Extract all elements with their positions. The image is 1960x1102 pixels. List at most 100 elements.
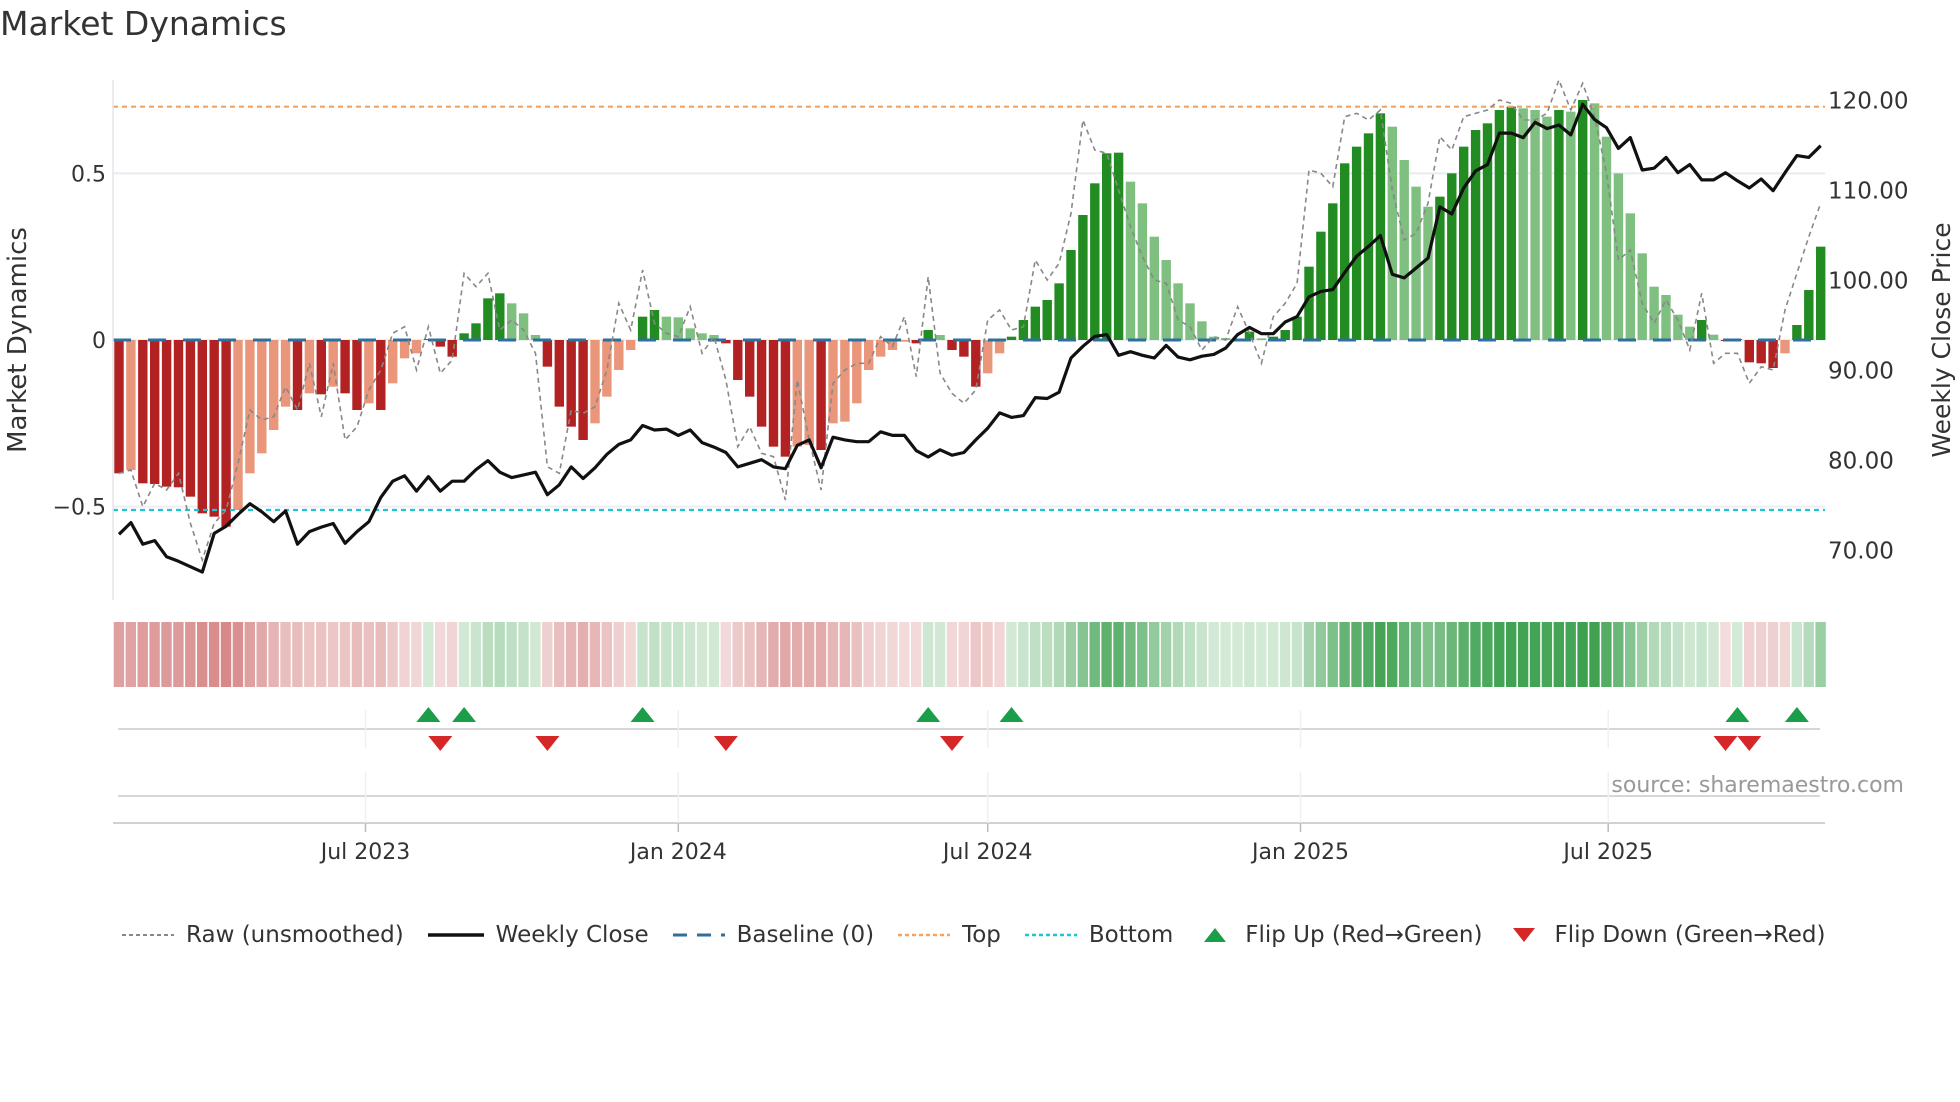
heatmap-cell — [1065, 622, 1077, 687]
heatmap-cell — [1089, 622, 1100, 687]
heatmap-cell — [1708, 622, 1719, 687]
bar — [1470, 130, 1481, 340]
heatmap-cell — [137, 622, 148, 687]
heatmap-cell — [887, 622, 898, 687]
bar — [1292, 316, 1302, 340]
bar — [1351, 146, 1362, 340]
heatmap-cell — [1315, 622, 1326, 687]
flip-up-marker — [1725, 707, 1750, 722]
x-tick-label: Jul 2024 — [941, 840, 1033, 865]
bar — [626, 340, 636, 350]
bar — [768, 340, 779, 447]
series-lines — [117, 77, 1822, 574]
y2-axis-label: Weekly Close Price — [1927, 222, 1956, 457]
heatmap-cell — [351, 622, 363, 687]
heatmap-cell — [1327, 622, 1338, 687]
heatmap-cell — [1149, 622, 1160, 687]
heatmap-cell — [1470, 622, 1481, 687]
bar — [685, 328, 695, 340]
bar — [280, 340, 291, 407]
heatmap-cell — [1422, 622, 1434, 687]
heatmap-cell — [268, 622, 279, 687]
heatmap-cell — [911, 622, 922, 687]
heatmap-cell — [411, 622, 422, 687]
heatmap-cell — [839, 622, 850, 687]
heatmap-cell — [649, 622, 660, 687]
heatmap-cell — [744, 622, 755, 687]
heatmap-cell — [673, 622, 684, 687]
heatmap-cell — [1244, 622, 1255, 687]
bar — [697, 333, 707, 340]
heatmap-cell — [1648, 622, 1660, 687]
heatmap-cell — [1006, 622, 1017, 687]
heatmap-cell — [423, 622, 434, 687]
bar — [935, 335, 945, 340]
heatmap-cell — [387, 622, 398, 687]
heatmap-cell — [899, 622, 910, 687]
heatmap-cell — [280, 622, 291, 687]
flip-up-marker — [416, 707, 441, 722]
bar — [1054, 283, 1064, 340]
heatmap-cell — [1565, 622, 1576, 687]
heatmap-cell — [982, 622, 993, 687]
y2-tick-label: 70.00 — [1828, 539, 1894, 565]
bar — [1792, 325, 1802, 340]
legend-top: Top — [896, 922, 1001, 948]
bar — [1756, 340, 1766, 364]
heatmap-cell — [1339, 622, 1350, 687]
heatmap-cell — [732, 622, 743, 687]
heatmap-cell — [720, 622, 731, 687]
raw-line — [118, 77, 1822, 563]
bar — [637, 316, 648, 340]
bar — [340, 340, 350, 394]
heatmap-cell — [696, 622, 708, 687]
heatmap-cell — [1446, 622, 1457, 687]
x-tick-label: Jan 2025 — [1250, 840, 1349, 865]
heatmap-cell — [1529, 622, 1541, 687]
heatmap-cell — [1387, 622, 1398, 687]
bar — [649, 310, 660, 340]
bar — [209, 340, 219, 517]
heatmap-strip — [113, 622, 1826, 687]
heatmap-cell — [1113, 622, 1124, 687]
heatmap-cell — [1553, 622, 1564, 687]
bar — [114, 340, 124, 474]
heatmap-cell — [565, 622, 577, 687]
heatmap-cell — [708, 622, 720, 687]
bar — [1375, 113, 1386, 340]
heatmap-cell — [875, 622, 886, 687]
heatmap-cell — [1815, 622, 1826, 687]
bar — [245, 340, 255, 474]
bar — [804, 340, 814, 445]
y2-tick-label: 110.00 — [1828, 179, 1908, 205]
heatmap-cell — [161, 622, 172, 687]
flip-up-marker — [1784, 707, 1809, 722]
flip-down-marker — [1737, 736, 1762, 751]
heatmap-cell — [1053, 622, 1065, 687]
bar — [661, 316, 672, 340]
bar — [1185, 303, 1195, 340]
heatmap-cell — [684, 622, 696, 687]
flip-up-marker — [916, 707, 941, 722]
heatmap-cell — [1303, 622, 1315, 687]
heatmap-cell — [470, 622, 482, 687]
heatmap-cell — [1732, 622, 1743, 687]
heatmap-cell — [113, 622, 125, 687]
x-tick-label: Jan 2024 — [628, 840, 727, 865]
bar — [614, 340, 624, 370]
bar — [1423, 206, 1433, 340]
heatmap-cell — [1220, 622, 1231, 687]
bar — [257, 340, 267, 454]
dotted-line-icon — [122, 934, 174, 936]
heatmap-cell — [815, 622, 827, 687]
bar — [780, 340, 791, 457]
bar — [1744, 340, 1754, 363]
heatmap-cell — [1541, 622, 1553, 687]
legend-label: Bottom — [1088, 922, 1174, 948]
bar — [1459, 146, 1469, 340]
heatmap-cell — [1172, 622, 1184, 687]
bar — [1804, 290, 1814, 340]
heatmap-cell — [399, 622, 410, 687]
flip-up-marker — [452, 707, 477, 722]
y2-tick-label: 80.00 — [1828, 449, 1894, 475]
